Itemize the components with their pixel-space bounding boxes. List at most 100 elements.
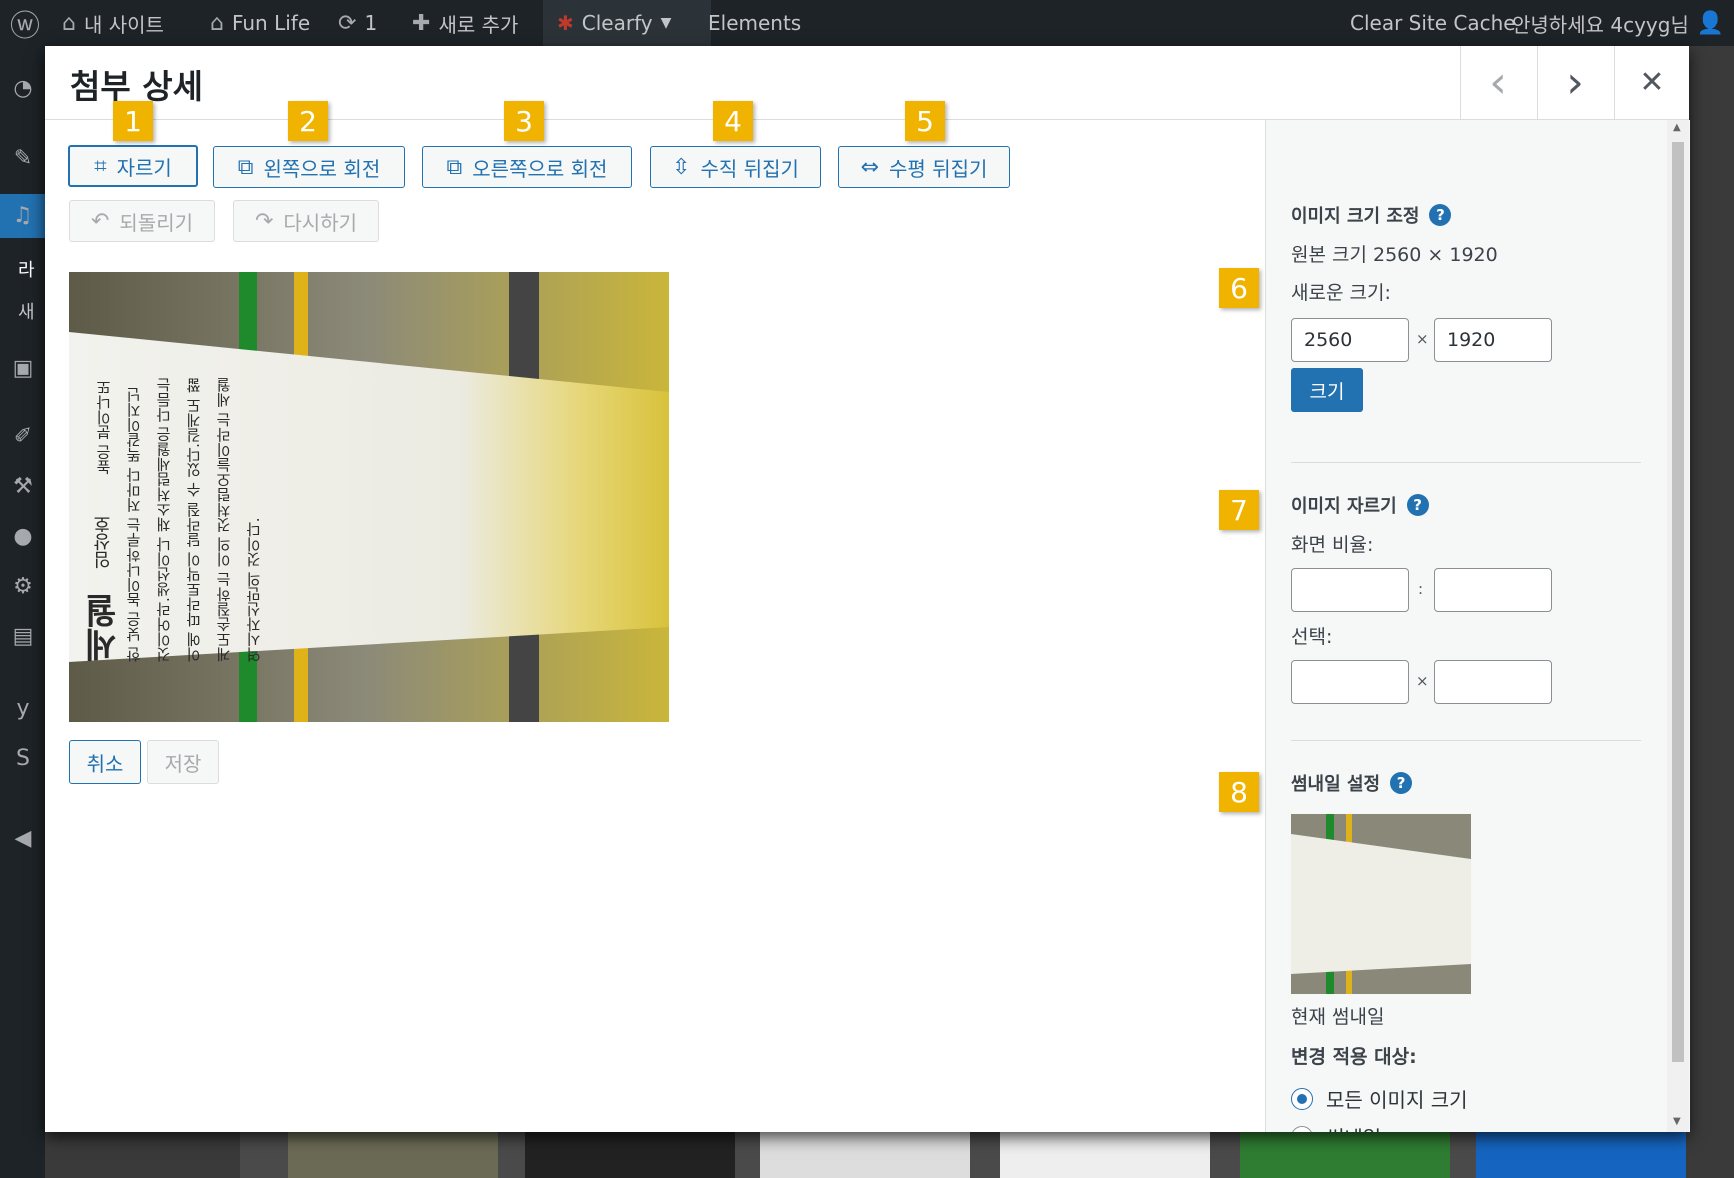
wordpress-logo-icon[interactable]: ⓦ bbox=[10, 0, 40, 46]
pin-icon[interactable]: ✎ bbox=[10, 146, 36, 172]
selection-width-input[interactable] bbox=[1291, 660, 1409, 704]
appearance-icon[interactable]: ✐ bbox=[10, 424, 36, 450]
adminbar-clear-cache[interactable]: Clear Site Cache bbox=[1350, 0, 1516, 46]
times-separator: × bbox=[1416, 330, 1429, 348]
media-thumbnail[interactable] bbox=[525, 1128, 735, 1178]
yoast-icon[interactable]: y bbox=[10, 696, 36, 722]
banner-line: 하루는 저마다 똑같이 bbox=[125, 417, 143, 563]
media-thumbnail[interactable] bbox=[760, 1128, 970, 1178]
adminbar-new[interactable]: ✚ 새로 추가 bbox=[412, 0, 518, 46]
settings-icon[interactable]: ▤ bbox=[10, 624, 36, 650]
redo-button[interactable]: ↷ 다시하기 bbox=[233, 200, 379, 242]
plus-icon: ✚ bbox=[412, 10, 431, 36]
scroll-down-arrow-icon[interactable]: ▼ bbox=[1673, 1116, 1681, 1127]
crop-title: 이미지 자르기? bbox=[1291, 492, 1429, 518]
rotate-right-icon: ⧉ bbox=[446, 154, 463, 180]
dashboard-icon[interactable]: ◔ bbox=[10, 76, 36, 102]
adminbar-account[interactable]: 안녕하세요 4cyyg님 👤 bbox=[1512, 0, 1724, 46]
attachment-details-modal: 첨부 상세 ‹ › ✕ ⌗ 자르기 ⧉ 왼쪽으로 회전 ⧉ 오른쪽으로 회전 ⇳ 수직 … bbox=[45, 46, 1690, 1132]
flip-horizontal-button[interactable]: ⇔ 수평 뒤집기 bbox=[838, 146, 1010, 188]
crop-icon: ⌗ bbox=[94, 153, 107, 179]
colon-separator: : bbox=[1418, 580, 1424, 598]
thumbnail-photo bbox=[1291, 814, 1471, 994]
redo-icon: ↷ bbox=[254, 208, 274, 234]
divider bbox=[1291, 740, 1641, 741]
callout-badge-5: 5 bbox=[905, 101, 945, 141]
close-button[interactable]: ✕ bbox=[1614, 46, 1689, 119]
scale-height-input[interactable]: 1920 bbox=[1434, 318, 1552, 362]
original-size: 원본 크기 2560 × 1920 bbox=[1291, 244, 1498, 266]
media-library-grid bbox=[240, 1128, 1686, 1178]
callout-badge-7: 7 bbox=[1219, 490, 1259, 530]
help-icon[interactable]: ? bbox=[1406, 494, 1429, 516]
banner-line: 생선이나 채소처럼 bbox=[155, 472, 173, 598]
users-icon[interactable]: ● bbox=[10, 524, 36, 550]
scroll-up-arrow-icon[interactable]: ▲ bbox=[1673, 122, 1681, 133]
house-icon: ⌂ bbox=[210, 10, 224, 36]
next-button[interactable]: › bbox=[1537, 46, 1612, 119]
aspect-height-input[interactable] bbox=[1434, 568, 1552, 612]
rotate-left-button[interactable]: ⧉ 왼쪽으로 회전 bbox=[213, 146, 405, 188]
home-icon: ⌂ bbox=[62, 10, 76, 36]
refresh-icon: ⟳ bbox=[338, 10, 357, 36]
current-thumbnail-label: 현재 썸내일 bbox=[1291, 1006, 1385, 1028]
cancel-button[interactable]: 취소 bbox=[69, 740, 141, 784]
selection-height-input[interactable] bbox=[1434, 660, 1552, 704]
menu-library-label[interactable]: 라 bbox=[18, 256, 35, 282]
media-thumbnail[interactable] bbox=[1000, 1128, 1210, 1178]
s-plugin-icon[interactable]: S bbox=[10, 746, 36, 772]
admin-menu: ◔ ✎ ♫ 라 새 ▣ ✐ ⚒ ● ⚙ ▤ y S ◀ bbox=[0, 46, 45, 1178]
crop-button[interactable]: ⌗ 자르기 bbox=[68, 145, 198, 187]
adminbar-site-name[interactable]: ⌂ 내 사이트 bbox=[62, 0, 164, 46]
callout-badge-2: 2 bbox=[288, 101, 328, 141]
pages-icon[interactable]: ▣ bbox=[10, 356, 36, 382]
media-thumbnail[interactable] bbox=[288, 1128, 498, 1178]
collapse-menu-icon[interactable]: ◀ bbox=[10, 826, 36, 852]
menu-add-new-label[interactable]: 새 bbox=[18, 298, 35, 324]
scale-button[interactable]: 크기 bbox=[1291, 368, 1363, 412]
media-thumbnail[interactable] bbox=[1240, 1128, 1450, 1178]
adminbar-updates[interactable]: ⟳ 1 bbox=[338, 0, 377, 46]
undo-icon: ↶ bbox=[90, 208, 110, 234]
banner-author: 임상호 bbox=[93, 515, 114, 570]
banner-line: 토막이 달라질 수 있다. bbox=[185, 443, 203, 598]
clearfy-logo-icon: ✱ bbox=[557, 11, 574, 35]
close-icon: ✕ bbox=[1639, 65, 1665, 100]
media-icon[interactable]: ♫ bbox=[0, 194, 45, 238]
banner-line: 높은 분이나 bbox=[95, 395, 113, 476]
scale-width-input[interactable]: 2560 bbox=[1291, 318, 1409, 362]
divider bbox=[1291, 462, 1641, 463]
previous-button[interactable]: ‹ bbox=[1460, 46, 1535, 119]
adminbar-elements[interactable]: Elements bbox=[708, 0, 801, 46]
adminbar-clearfy[interactable]: ✱ Clearfy ▼ bbox=[543, 0, 711, 46]
apply-all-label[interactable]: 모든 이미지 크기 bbox=[1326, 1084, 1468, 1113]
tools-icon[interactable]: ⚙ bbox=[10, 574, 36, 600]
admin-bar: ⓦ ⌂ 내 사이트 ⌂ Fun Life ⟳ 1 ✚ 새로 추가 ✱ Clearfy ▼ E… bbox=[0, 0, 1734, 46]
flip-vertical-button[interactable]: ⇳ 수직 뒤집기 bbox=[650, 146, 821, 188]
media-thumbnail[interactable] bbox=[1476, 1128, 1686, 1178]
current-thumbnail-image bbox=[1291, 814, 1471, 994]
sidebar-scrollbar[interactable]: ▲ ▼ bbox=[1667, 120, 1689, 1132]
rotate-right-button[interactable]: ⧉ 오른쪽으로 회전 bbox=[422, 146, 632, 188]
apply-thumbnail-radio[interactable] bbox=[1291, 1126, 1313, 1132]
banner-title: 세월 bbox=[84, 594, 124, 662]
help-icon[interactable]: ? bbox=[1390, 772, 1413, 794]
apply-all-radio[interactable] bbox=[1291, 1088, 1313, 1110]
scroll-thumb[interactable] bbox=[1672, 142, 1684, 1062]
banner-text: 세월 임상호높은 분이나또한 낮은 놈이나하루는 저마다 똑같이지닌 것이어라.… bbox=[84, 372, 609, 662]
edit-image[interactable]: 세월 임상호높은 분이나또한 낮은 놈이나하루는 저마다 똑같이지닌 것이어라.… bbox=[69, 272, 669, 722]
apply-to-label: 변경 적용 대상: bbox=[1291, 1046, 1417, 1068]
help-icon[interactable]: ? bbox=[1429, 204, 1452, 226]
apply-thumbnail-label[interactable]: 썸네일 bbox=[1326, 1122, 1381, 1132]
new-size-label: 새로운 크기: bbox=[1291, 282, 1391, 304]
callout-badge-4: 4 bbox=[713, 101, 753, 141]
plugins-icon[interactable]: ⚒ bbox=[10, 474, 36, 500]
adminbar-site2[interactable]: ⌂ Fun Life bbox=[210, 0, 310, 46]
aspect-width-input[interactable] bbox=[1291, 568, 1409, 612]
undo-button[interactable]: ↶ 되돌리기 bbox=[69, 200, 215, 242]
callout-badge-6: 6 bbox=[1219, 268, 1259, 308]
save-button[interactable]: 저장 bbox=[147, 740, 219, 784]
flip-vertical-icon: ⇳ bbox=[672, 154, 691, 180]
user-avatar-icon: 👤 bbox=[1696, 10, 1725, 36]
chevron-right-icon: › bbox=[1566, 57, 1584, 108]
